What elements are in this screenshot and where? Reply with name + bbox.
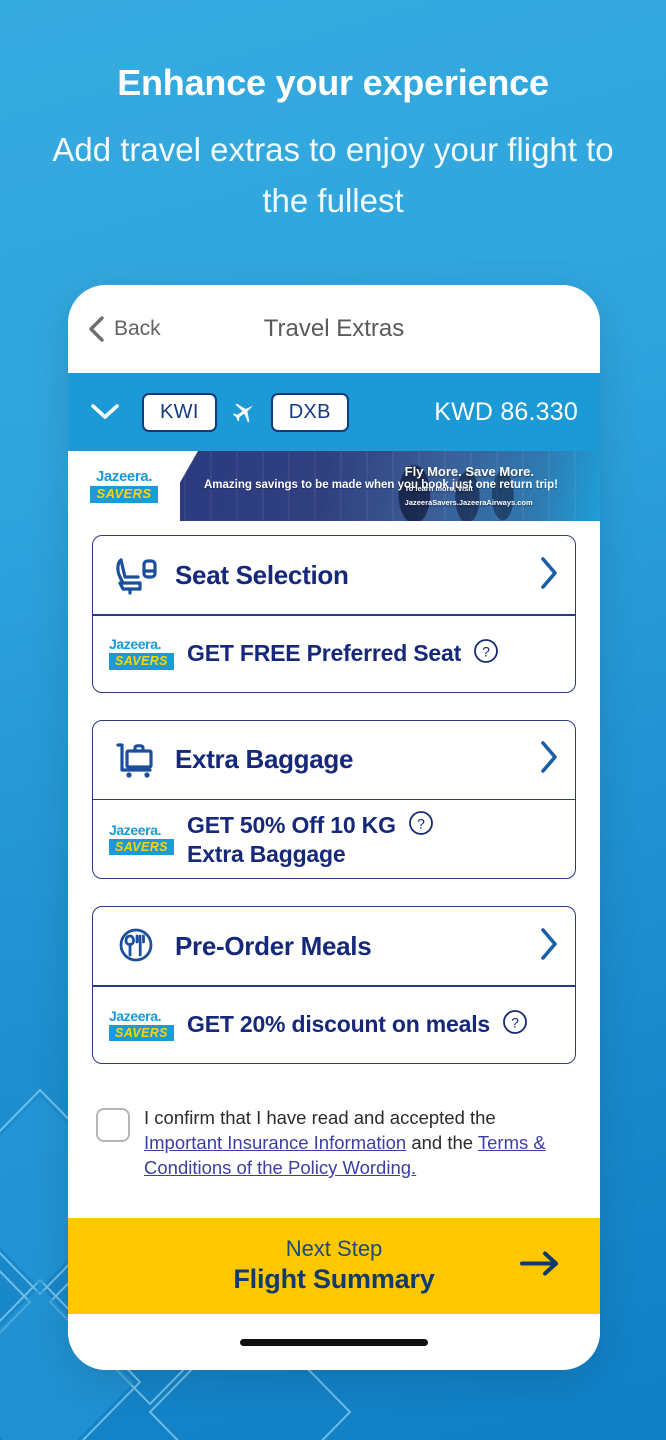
offer-savers-logo: Jazeera. SAVERS — [109, 1009, 181, 1041]
confirm-text-part2: and the — [406, 1131, 478, 1153]
chevron-right-icon[interactable] — [539, 740, 559, 779]
important-insurance-information-link[interactable]: Important Insurance Information — [144, 1132, 406, 1153]
savers-wordmark: SAVERS — [89, 486, 159, 503]
promo-right-sub-line1: To learn more, visit — [404, 483, 473, 493]
hero-headline: Enhance your experience — [117, 62, 549, 103]
offer-savers-logo: Jazeera. SAVERS — [109, 821, 181, 856]
home-indicator-bar — [240, 1338, 428, 1346]
promo-right-block: Fly More. Save More. To learn more, visi… — [405, 464, 534, 508]
next-step-button[interactable]: Next Step Flight Summary — [68, 1218, 600, 1314]
extra-card-pre-order-meals: Pre-Order Meals Jazeera. SAVERS GET 20% … — [92, 906, 576, 1064]
savers-wordmark: SAVERS — [109, 1024, 174, 1041]
extra-baggage-row[interactable]: Extra Baggage — [93, 721, 575, 799]
promo-right-sub-line2: JazeeraSavers.JazeeraAirways.com — [404, 497, 533, 507]
offer-text: GET 20% discount on meals — [187, 1011, 491, 1038]
savers-wordmark: SAVERS — [109, 653, 174, 670]
meal-cutlery-icon — [111, 926, 161, 966]
question-mark-circle-icon[interactable]: ? — [473, 638, 499, 669]
extra-baggage-offer: Jazeera. SAVERS GET 50% Off 10 KG ? Extr… — [93, 800, 575, 878]
chevron-left-icon — [89, 316, 104, 342]
phone-mockup: Back Travel Extras KWI DXB KWD 86.330 Ja… — [68, 285, 600, 1370]
home-indicator-area — [68, 1314, 600, 1370]
airplane-seat-icon — [111, 555, 161, 595]
jazeera-wordmark: Jazeera. — [109, 636, 162, 653]
arrow-right-icon — [518, 1251, 562, 1282]
extra-card-seat-selection: Seat Selection Jazeera. SAVERS GET FREE … — [92, 535, 576, 693]
app-navbar: Back Travel Extras — [68, 285, 600, 373]
destination-airport-pill[interactable]: DXB — [270, 392, 349, 432]
promo-logo: Jazeera. SAVERS — [68, 451, 180, 521]
back-button[interactable]: Back — [88, 316, 161, 342]
hero-text-block: Enhance your experience Add travel extra… — [0, 62, 666, 226]
app-screenshot: Enhance your experience Add travel extra… — [0, 0, 666, 1440]
extra-title: Pre-Order Meals — [175, 930, 372, 961]
confirm-text-part1: I confirm that I have read and accepted … — [144, 1106, 496, 1128]
total-price: KWD 86.330 — [434, 397, 578, 426]
chevron-right-icon[interactable] — [539, 556, 559, 595]
hero-subheadline: Add travel extras to enjoy your flight t… — [52, 131, 614, 219]
confirm-text: I confirm that I have read and accepted … — [144, 1105, 572, 1180]
svg-text:?: ? — [417, 816, 425, 832]
chevron-down-icon[interactable] — [90, 403, 120, 421]
chevron-right-icon[interactable] — [539, 927, 559, 966]
origin-airport-pill[interactable]: KWI — [142, 392, 217, 432]
extra-card-extra-baggage: Extra Baggage Jazeera. SAVERS GET 50% Of… — [92, 719, 576, 880]
pre-order-meals-row[interactable]: Pre-Order Meals — [93, 907, 575, 985]
airplane-icon — [232, 403, 253, 423]
svg-text:?: ? — [482, 644, 490, 660]
pre-order-meals-offer: Jazeera. SAVERS GET 20% discount on meal… — [93, 987, 575, 1063]
offer-text: GET FREE Preferred Seat — [187, 640, 462, 667]
extra-title: Seat Selection — [175, 559, 349, 590]
back-label: Back — [114, 317, 161, 340]
travel-extras-list: Seat Selection Jazeera. SAVERS GET FREE … — [68, 521, 600, 1218]
seat-selection-offer: Jazeera. SAVERS GET FREE Preferred Seat … — [93, 616, 575, 692]
jazeera-savers-promo-banner[interactable]: Jazeera. SAVERS Amazing savings to be ma… — [68, 451, 600, 521]
baggage-cart-icon — [111, 740, 161, 780]
jazeera-wordmark: Jazeera. — [109, 1007, 162, 1024]
jazeera-wordmark: Jazeera. — [109, 821, 162, 838]
confirm-checkbox[interactable] — [96, 1107, 130, 1142]
seat-selection-row[interactable]: Seat Selection — [93, 536, 575, 614]
savers-wordmark: SAVERS — [109, 838, 174, 856]
svg-text:?: ? — [511, 1015, 519, 1031]
promo-artwork: Amazing savings to be made when you book… — [158, 451, 600, 521]
jazeera-wordmark: Jazeera. — [95, 468, 153, 486]
insurance-confirmation-row: I confirm that I have read and accepted … — [92, 1095, 576, 1180]
question-mark-circle-icon[interactable]: ? — [502, 1009, 528, 1040]
question-mark-circle-icon[interactable]: ? — [408, 810, 434, 841]
offer-text-line2: Extra Baggage — [187, 841, 346, 868]
flight-route-bar: KWI DXB KWD 86.330 — [68, 373, 600, 451]
offer-savers-logo: Jazeera. SAVERS — [109, 636, 181, 670]
extra-title: Extra Baggage — [175, 744, 354, 775]
promo-right-title: Fly More. Save More. — [404, 464, 534, 480]
offer-text: GET 50% Off 10 KG — [187, 812, 396, 839]
